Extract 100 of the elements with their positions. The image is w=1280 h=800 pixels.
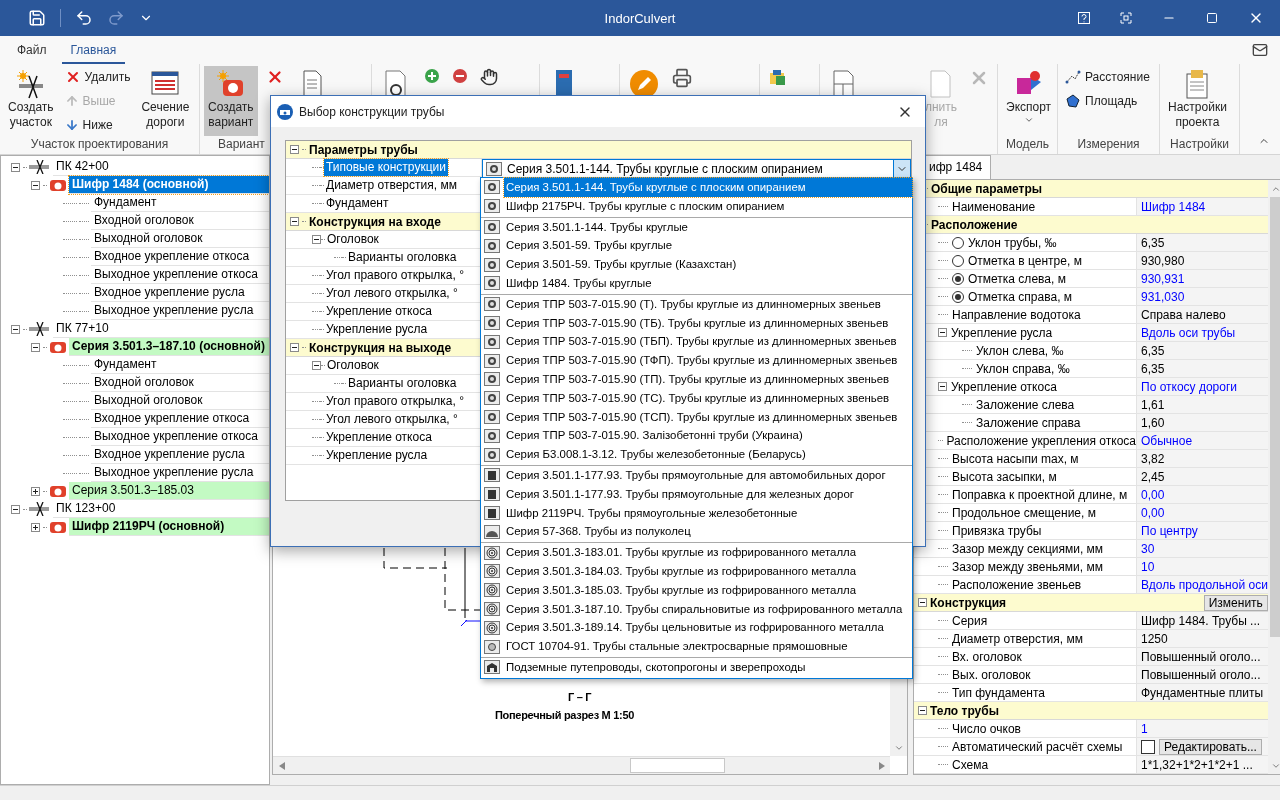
dropdown-option[interactable]: Серия 3.501.3-187.10. Трубы спиральновитые из гофрированного металла	[481, 599, 912, 619]
zoom-in-icon[interactable]	[424, 68, 440, 84]
parameter-label[interactable]: Типовые конструкции	[324, 159, 448, 176]
parameter-label[interactable]: Угол правого открылка, °	[324, 267, 466, 284]
hand-icon[interactable]	[480, 68, 498, 86]
tree-toggle[interactable]	[312, 235, 321, 244]
element-item[interactable]: Выходное укрепление русла	[91, 302, 269, 320]
dropdown-button[interactable]	[893, 160, 910, 177]
dropdown-option[interactable]: Серия ТПР 503-7-015.90 (Т). Трубы круглые из длинномерных звеньев	[481, 294, 912, 314]
road-section-button[interactable]: Сечение дороги	[137, 66, 194, 136]
element-item[interactable]: Входное укрепление откоса	[91, 248, 269, 266]
dropdown-option[interactable]: Серия ТПР 503-7-015.90. Залізобетонні труби (Украина)	[481, 426, 912, 446]
variant-item[interactable]: Серия 3.501.3–185.03	[69, 482, 269, 500]
dropdown-option[interactable]: Серия Б3.008.1-3.12. Трубы железобетонные (Беларусь)	[481, 445, 912, 464]
dropdown-option[interactable]: Серия 3.501.3-185.03. Трубы круглые из гофрированного металла	[481, 580, 912, 600]
move-down-button[interactable]: Ниже	[61, 114, 134, 136]
ribbon-tab[interactable]: Файл	[8, 43, 56, 64]
tree-toggle[interactable]	[290, 343, 299, 352]
tree-toggle[interactable]	[290, 217, 299, 226]
dropdown-option[interactable]: Серия 3.501.1-177.93. Трубы прямоугольные для автомобильных дорог	[481, 465, 912, 485]
export-button[interactable]: Экспорт	[1002, 66, 1056, 136]
parameter-label[interactable]: Варианты оголовка	[346, 375, 459, 392]
tree-toggle[interactable]	[10, 504, 20, 514]
tree-toggle[interactable]	[30, 522, 40, 532]
document-tab[interactable]: ифр 1484	[924, 155, 992, 179]
tree-toggle[interactable]	[938, 382, 947, 391]
dropdown-option[interactable]: Серия 3.501.1-177.93. Трубы прямоугольные для железных дорог	[481, 484, 912, 504]
parameter-label[interactable]: Угол правого открылка, °	[324, 393, 466, 410]
tree-toggle[interactable]	[290, 145, 299, 154]
parameter-label[interactable]: Варианты оголовка	[346, 249, 459, 266]
tree-toggle[interactable]	[30, 342, 40, 352]
tree-toggle[interactable]	[30, 486, 40, 496]
printer-icon[interactable]	[672, 68, 692, 88]
maximize-icon[interactable]	[1206, 12, 1218, 24]
element-item[interactable]: Выходное укрепление откоса	[91, 266, 269, 284]
dropdown-option[interactable]: Подземные путепроводы, скотопрогоны и зверепроходы	[481, 657, 912, 677]
element-item[interactable]: Входное укрепление русла	[91, 446, 269, 464]
variant-item[interactable]: Серия 3.501.3–187.10 (основной)	[69, 338, 269, 356]
dropdown-option[interactable]: Серия ТПР 503-7-015.90 (ТФП). Трубы круглые из длинномерных звеньев	[481, 351, 912, 370]
tree-toggle[interactable]	[918, 706, 927, 715]
parameter-label[interactable]: Оголовок	[325, 231, 381, 248]
parameter-label[interactable]: Угол левого открылка, °	[324, 285, 460, 302]
element-item[interactable]: Фундамент	[91, 356, 269, 374]
checkbox[interactable]	[1141, 739, 1155, 754]
create-variant-button[interactable]: Создать вариант	[204, 66, 258, 136]
dropdown-option[interactable]: Серия ТПР 503-7-015.90 (ТБП). Трубы круглые из длинномерных звеньев	[481, 332, 912, 352]
undo-icon[interactable]	[75, 9, 93, 27]
dropdown-option[interactable]: Серия ТПР 503-7-015.90 (ТС). Трубы круглые из длинномерных звеньев	[481, 388, 912, 408]
radio-button[interactable]	[952, 254, 964, 267]
dropdown-option[interactable]: Серия ТПР 503-7-015.90 (ТБ). Трубы круглые из длинномерных звеньев	[481, 313, 912, 333]
element-item[interactable]: Входное укрепление откоса	[91, 410, 269, 428]
mail-icon[interactable]	[1252, 42, 1268, 58]
dropdown-option[interactable]: Серия 3.501.3-189.14. Трубы цельновитые из гофрированного металла	[481, 618, 912, 638]
element-item[interactable]: Входной оголовок	[91, 212, 269, 230]
dropdown-option[interactable]: Шифр 1484. Трубы круглые	[481, 274, 912, 293]
variant-item[interactable]: Шифр 1484 (основной)	[69, 176, 269, 194]
tree-toggle[interactable]	[30, 180, 40, 190]
folder-icon[interactable]	[768, 68, 788, 88]
tree-toggle[interactable]	[938, 328, 947, 337]
tree-toggle[interactable]	[10, 324, 20, 334]
parameter-label[interactable]: Укрепление откоса	[324, 429, 434, 446]
scroll-left-icon[interactable]	[278, 761, 285, 770]
element-item[interactable]: Выходной оголовок	[91, 230, 269, 248]
radio-button[interactable]	[952, 290, 964, 303]
parameter-label[interactable]: Укрепление русла	[324, 447, 430, 464]
edit-button[interactable]: Редактировать...	[1159, 738, 1262, 755]
dropdown-option[interactable]: Серия ТПР 503-7-015.90 (ТСП). Трубы круглые из длинномерных звеньев	[481, 407, 912, 427]
tree-toggle[interactable]	[312, 361, 321, 370]
dropdown-option[interactable]: Серия ТПР 503-7-015.90 (ТП). Трубы круглые из длинномерных звеньев	[481, 369, 912, 389]
parameter-label[interactable]: Фундамент	[324, 195, 391, 212]
change-button[interactable]: Изменить	[1203, 594, 1268, 611]
radio-button[interactable]	[952, 236, 964, 249]
variant-item[interactable]: Шифр 2119РЧ (основной)	[69, 518, 269, 536]
radio-button[interactable]	[952, 272, 964, 285]
zoom-out-icon[interactable]	[452, 68, 468, 84]
redo-icon[interactable]	[107, 9, 125, 27]
scroll-thumb[interactable]	[630, 758, 725, 773]
project-settings-button[interactable]: Настройки проекта	[1164, 66, 1231, 136]
tree-toggle[interactable]	[918, 598, 927, 607]
dropdown-option[interactable]: Шифр 2119РЧ. Трубы прямоугольные железобетонные	[481, 503, 912, 523]
parameter-label[interactable]: Диаметр отверстия, мм	[324, 177, 459, 194]
dropdown-option[interactable]: Шифр 2175РЧ. Трубы круглые с плоским опиранием	[481, 196, 912, 216]
area-button[interactable]: Площадь	[1062, 90, 1153, 112]
dropdown-option[interactable]: Серия 3.501.3-183.01. Трубы круглые из гофрированного металла	[481, 543, 912, 562]
element-item[interactable]: Фундамент	[91, 194, 269, 212]
parameter-label[interactable]: Укрепление русла	[324, 321, 430, 338]
dropdown-option[interactable]: ГОСТ 10704-91. Трубы стальные электросварные прямошовные	[481, 637, 912, 656]
parameter-label[interactable]: Оголовок	[325, 357, 381, 374]
fullscreen-icon[interactable]	[1120, 12, 1132, 24]
parameter-label[interactable]: Угол левого открылка, °	[324, 411, 460, 428]
dropdown-option[interactable]: Серия 57-368. Трубы из полуколец	[481, 522, 912, 542]
element-item[interactable]: Выходной оголовок	[91, 392, 269, 410]
delete-button[interactable]: Удалить	[61, 66, 134, 88]
scroll-right-icon[interactable]	[878, 761, 885, 770]
dropdown-option[interactable]: Серия 3.501-59. Трубы круглые (Казахстан)	[481, 255, 912, 274]
distance-button[interactable]: Расстояние	[1062, 66, 1153, 88]
help-icon[interactable]	[1078, 12, 1090, 24]
create-section-button[interactable]: Создать участок	[4, 66, 58, 136]
save-icon[interactable]	[28, 9, 46, 27]
tree-toggle[interactable]	[10, 162, 20, 172]
